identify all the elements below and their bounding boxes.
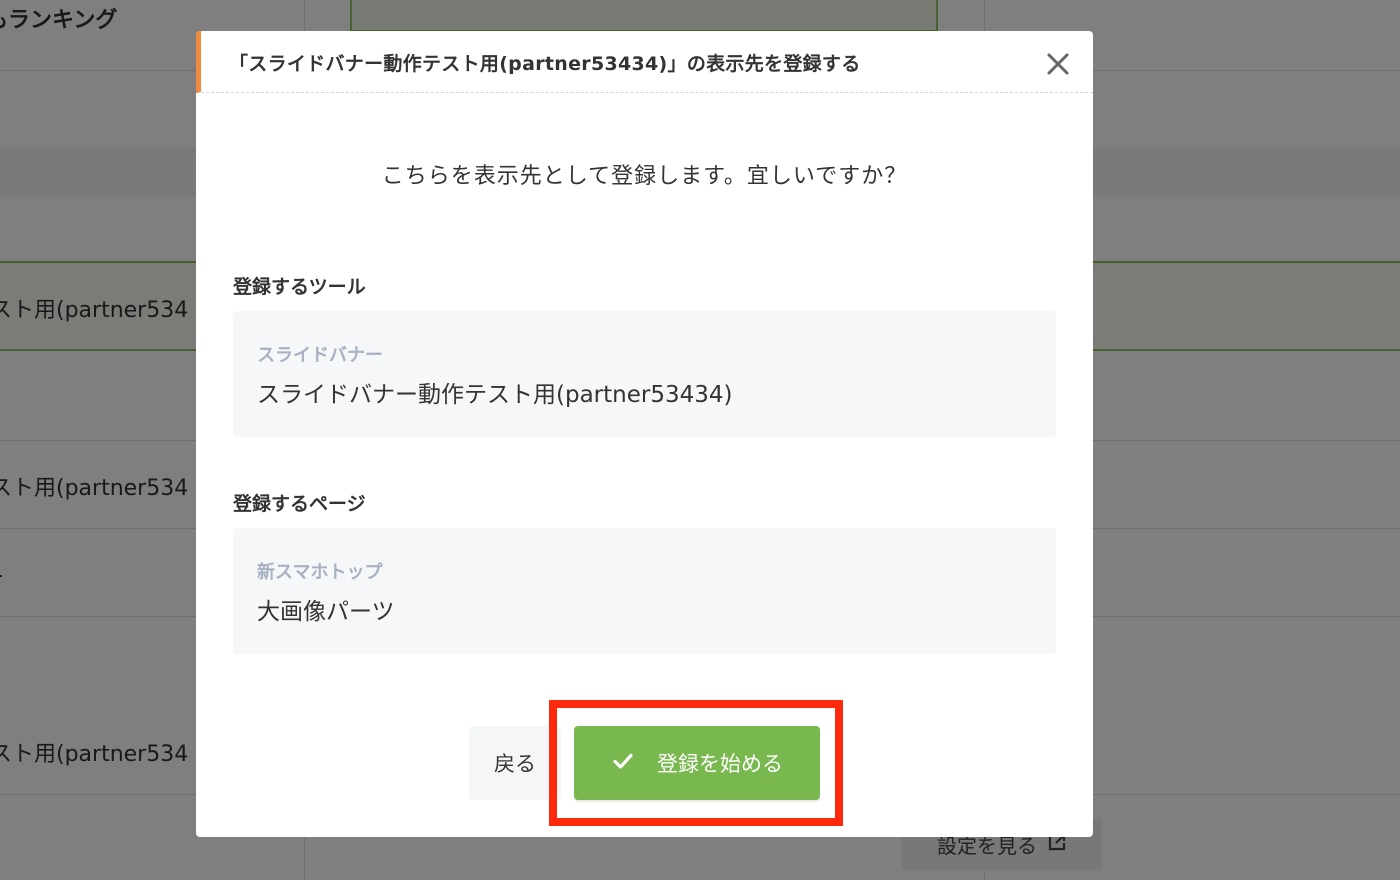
confirmation-question: こちらを表示先として登録します。宜しいですか？ [381,164,908,189]
tool-section-label: 登録するツール [233,276,366,298]
start-registration-label: 登録を始める [657,752,783,776]
page-part-name: 大画像パーツ [257,599,395,625]
page-section-label: 登録するページ [233,493,366,515]
page-name: 新スマホトップ [257,562,383,583]
close-icon [1043,53,1073,83]
tool-type: スライドバナー [257,345,383,366]
tool-name: スライドバナー動作テスト用(partner53434) [257,382,733,408]
tool-info-box: スライドバナー スライドバナー動作テスト用(partner53434) [233,311,1056,437]
back-button[interactable]: 戻る [469,726,561,800]
close-button[interactable] [1043,49,1073,79]
modal-title: 「スライドバナー動作テスト用(partner53434)」の表示先を登録する [229,53,861,75]
start-registration-button[interactable]: 登録を始める [574,726,820,800]
check-icon [611,749,635,778]
modal-header: 「スライドバナー動作テスト用(partner53434)」の表示先を登録する [196,31,1093,93]
page-info-box: 新スマホトップ 大画像パーツ [233,528,1056,654]
register-destination-modal: 「スライドバナー動作テスト用(partner53434)」の表示先を登録する こ… [196,31,1093,837]
